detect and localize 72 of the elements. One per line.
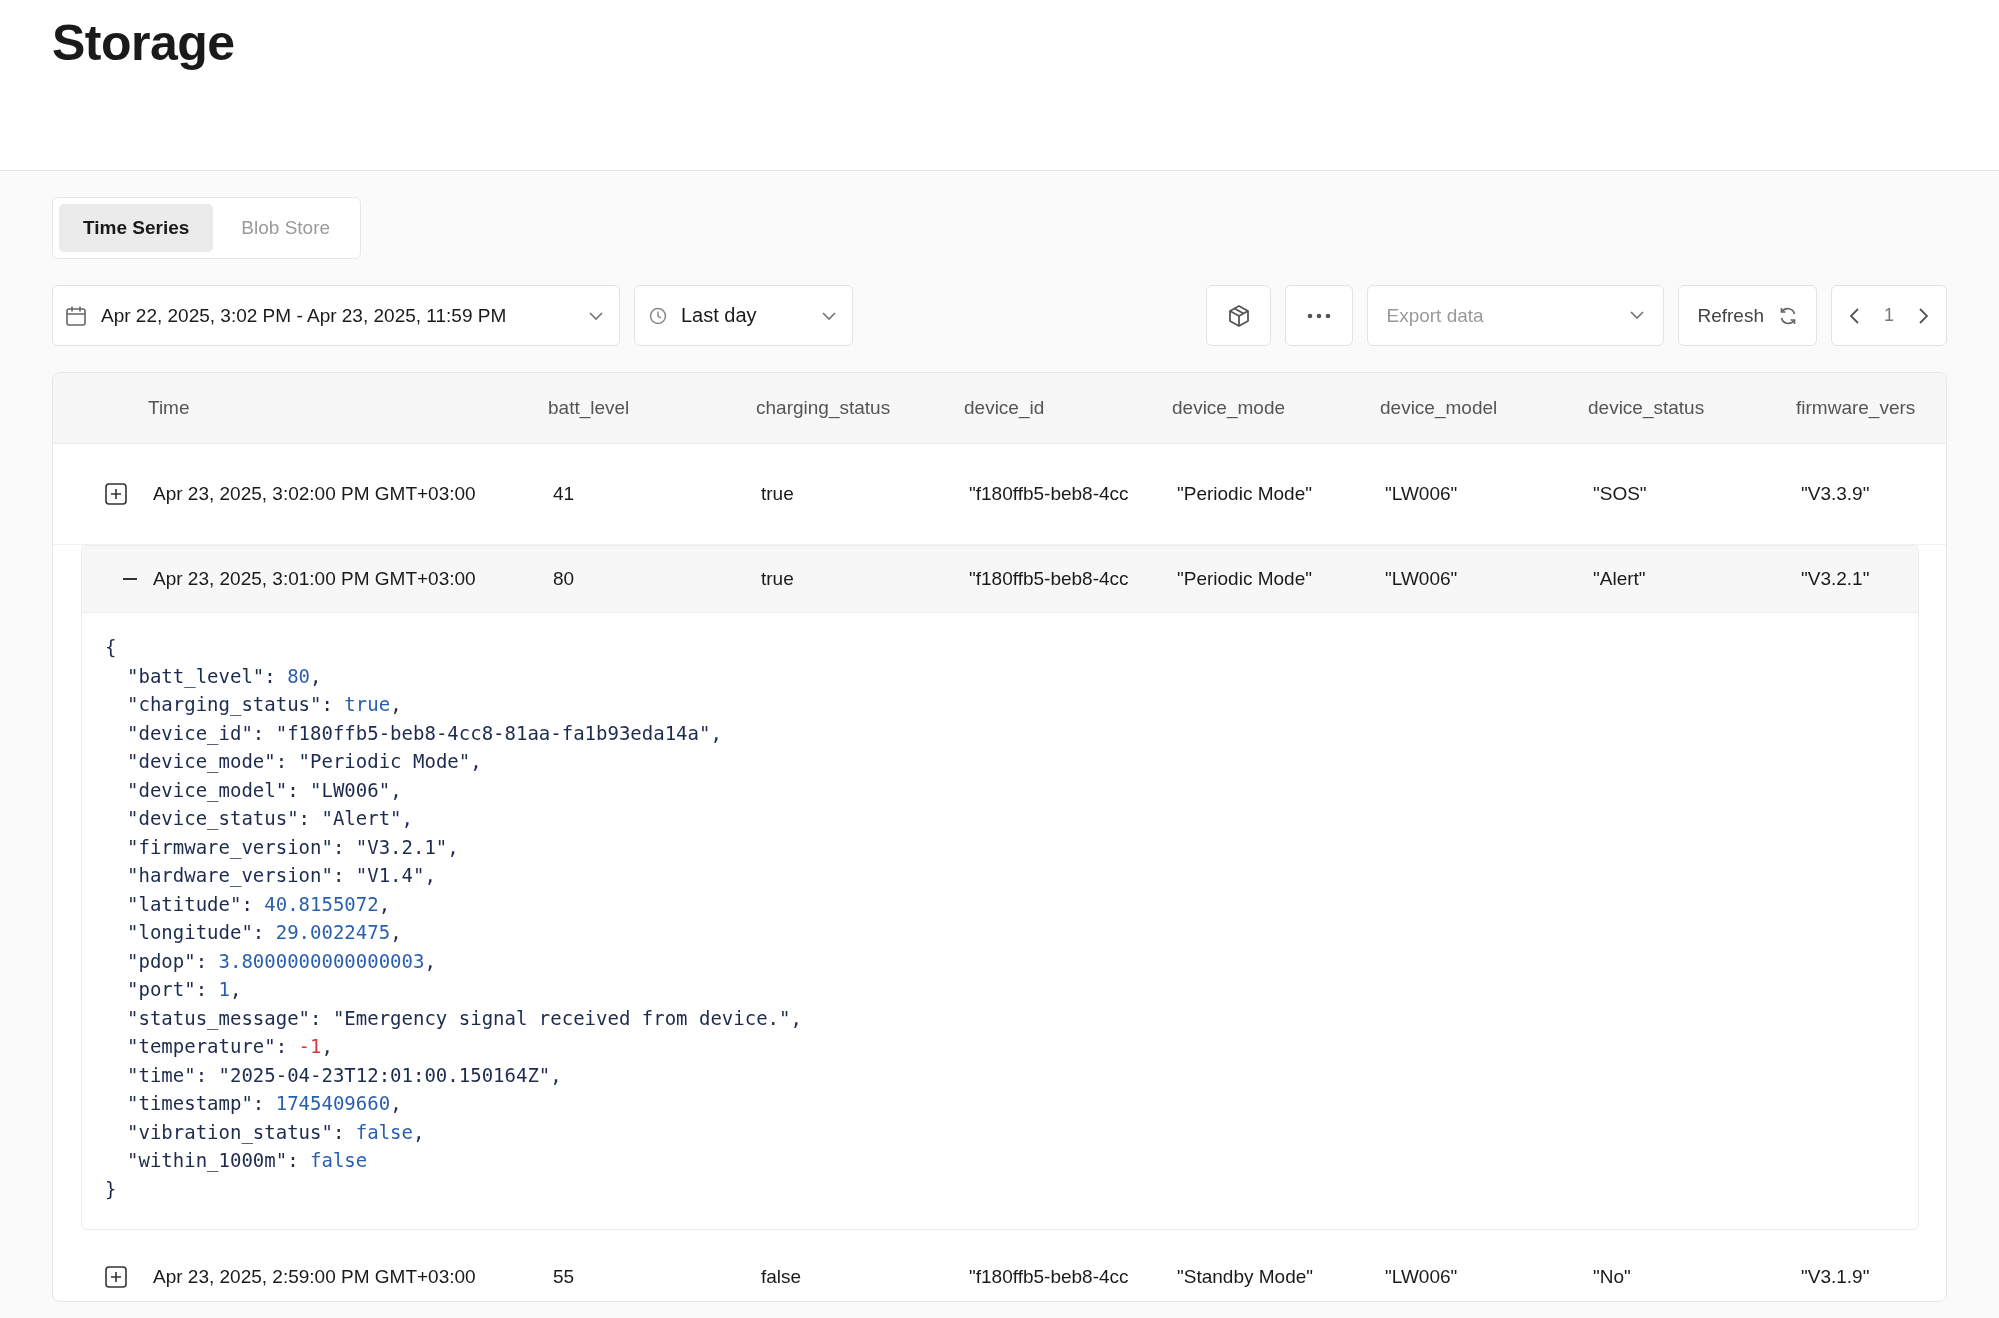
column-header: device_status <box>1588 397 1706 419</box>
time-cell-text: Apr 23, 2025, 3:01:00 PM GMT+03:00 <box>153 568 477 590</box>
table-cell-text: 55 <box>553 1266 576 1288</box>
chevron-right-icon[interactable] <box>1916 305 1930 326</box>
more-icon <box>1307 312 1332 319</box>
table-cell-text: "LW006" <box>1385 1266 1459 1288</box>
json-line: "hardware_version": "V1.4", <box>127 864 436 886</box>
page-title: Storage <box>52 14 235 72</box>
expand-icon[interactable] <box>104 483 127 505</box>
column-header: Time <box>148 397 191 419</box>
column-header: batt_level <box>548 397 631 419</box>
table-cell-text: "LW006" <box>1385 483 1459 505</box>
table-cell-text: "Alert" <box>1593 568 1647 590</box>
json-line: "temperature": -1, <box>127 1035 333 1057</box>
refresh-icon <box>1778 305 1798 326</box>
table-cell-text: "Standby Mode" <box>1177 1266 1314 1288</box>
expand-icon[interactable] <box>104 1266 127 1288</box>
json-line: "timestamp": 1745409660, <box>127 1092 402 1114</box>
clock-icon <box>649 306 667 325</box>
refresh-button[interactable]: Refresh <box>1678 285 1817 346</box>
json-brace: } <box>105 1176 117 1202</box>
table-cell-text: "f180ffb5-beb8-4cc <box>969 568 1130 590</box>
table-cell-text: "f180ffb5-beb8-4cc <box>969 1266 1130 1288</box>
table-cell-text: "Periodic Mode" <box>1177 568 1313 590</box>
json-line: "longitude": 29.0022475, <box>127 921 402 943</box>
json-line: "device_status": "Alert", <box>127 807 413 829</box>
export-dropdown[interactable]: Export data <box>1367 285 1665 346</box>
json-line: "device_model": "LW006", <box>127 778 402 801</box>
time-cell-text: Apr 23, 2025, 2:59:00 PM GMT+03:00 <box>153 1266 477 1288</box>
json-line: "firmware_version": "V3.2.1", <box>127 835 459 858</box>
table-cell-text: "No" <box>1593 1266 1632 1288</box>
table-cell-text: false <box>761 1266 803 1288</box>
table-cell-text: 80 <box>553 568 576 590</box>
table-cell-text: "Periodic Mode" <box>1177 483 1313 505</box>
column-header: charging_status <box>756 397 892 419</box>
json-line: "pdop": 3.8000000000000003, <box>127 949 436 972</box>
table-cell-text: "V3.2.1" <box>1801 568 1871 590</box>
json-line: "latitude": 40.8155072, <box>127 892 391 915</box>
table-cell-text: 41 <box>553 483 576 505</box>
tab[interactable]: Time Series <box>59 204 214 252</box>
column-header: firmware_vers <box>1796 397 1917 419</box>
table-cell-text: "f180ffb5-beb8-4cc <box>969 483 1130 505</box>
period-dropdown[interactable]: Last day <box>634 285 853 346</box>
json-brace: { <box>105 635 117 660</box>
column-header: device_id <box>964 397 1046 419</box>
cube-button[interactable] <box>1206 285 1272 346</box>
json-line: "within_1000m": false <box>127 1149 368 1171</box>
date-range-picker[interactable]: Apr 22, 2025, 3:02 PM - Apr 23, 2025, 11:59 PM <box>52 285 620 346</box>
date-range-text: Apr 22, 2025, 3:02 PM - Apr 23, 2025, 11:59 PM <box>101 304 508 327</box>
json-line: "device_mode": "Periodic Mode", <box>127 750 482 772</box>
page-number: 1 <box>1884 305 1894 326</box>
table-cell-text: true <box>761 483 795 505</box>
table-cell-text: "SOS" <box>1593 483 1648 505</box>
json-line: "time": "2025-04-23T12:01:00.150164Z", <box>127 1063 562 1086</box>
json-line: "port": 1, <box>127 978 242 1000</box>
column-header: device_model <box>1380 397 1499 419</box>
json-line: "charging_status": true, <box>127 693 402 715</box>
json-line: "status_message": "Emergency signal received from device.", <box>127 1006 802 1029</box>
column-header: device_mode <box>1172 397 1287 419</box>
table-cell-text: "V3.1.9" <box>1801 1266 1871 1288</box>
table-cell-text: "LW006" <box>1385 568 1459 590</box>
time-cell-text: Apr 23, 2025, 3:02:00 PM GMT+03:00 <box>153 483 477 505</box>
calendar-icon <box>65 304 87 327</box>
json-line: "device_id": "f180ffb5-beb8-4cc8-81aa-fa1b93eda14a", <box>127 721 722 744</box>
collapse-icon[interactable] <box>123 577 137 581</box>
table-cell-text: true <box>761 568 795 590</box>
cube-icon <box>1226 303 1251 328</box>
chevron-left-icon[interactable] <box>1848 305 1862 326</box>
table-cell-text: "V3.3.9" <box>1801 483 1871 505</box>
period-text: Last day <box>681 304 758 327</box>
json-line: "vibration_status": false, <box>127 1120 425 1143</box>
json-line: "batt_level": 80, <box>127 664 322 687</box>
